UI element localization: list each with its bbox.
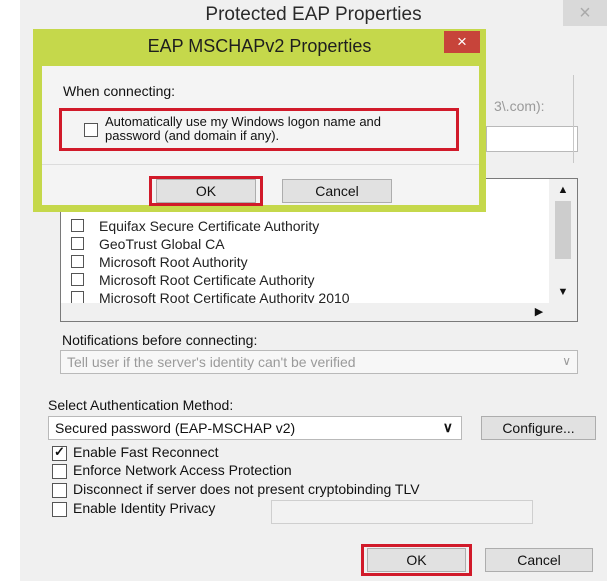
dialog-body: When connecting: Automatically use my Wi… xyxy=(42,66,479,206)
auto-logon-label-line1: Automatically use my Windows logon name … xyxy=(105,114,382,129)
group-border xyxy=(573,75,574,163)
scroll-up-icon[interactable]: ▲ xyxy=(549,181,577,199)
ca-checkbox[interactable] xyxy=(71,219,84,232)
identity-privacy-label: Enable Identity Privacy xyxy=(73,500,216,516)
ca-label: Microsoft Root Certificate Authority xyxy=(99,272,315,288)
server-names-label-partial: 3\.com): xyxy=(494,98,545,114)
configure-button[interactable]: Configure... xyxy=(481,416,596,440)
auth-method-value: Secured password (EAP-MSCHAP v2) xyxy=(55,420,296,436)
ca-checkbox[interactable] xyxy=(71,273,84,286)
auth-method-select[interactable]: Secured password (EAP-MSCHAP v2) ∨ xyxy=(48,416,462,440)
chevron-down-icon: ∨ xyxy=(562,354,571,368)
enforce-nap-checkbox[interactable] xyxy=(52,464,67,479)
cryptobinding-checkbox[interactable] xyxy=(52,483,67,498)
close-button[interactable]: × xyxy=(563,0,607,26)
scroll-thumb[interactable] xyxy=(555,201,571,259)
when-connecting-label: When connecting: xyxy=(63,83,176,99)
scroll-right-icon[interactable]: ▶ xyxy=(529,303,549,321)
auto-logon-checkbox[interactable] xyxy=(84,123,98,137)
anonymous-identity-input[interactable] xyxy=(271,500,533,524)
cancel-button[interactable]: Cancel xyxy=(485,548,593,572)
enforce-nap-label: Enforce Network Access Protection xyxy=(73,462,292,478)
auth-method-label: Select Authentication Method: xyxy=(48,397,234,413)
check-icon: ✓ xyxy=(54,444,65,459)
horizontal-scrollbar[interactable]: ▶ xyxy=(61,303,577,321)
ca-checkbox[interactable] xyxy=(71,237,84,250)
auto-logon-label-line2: password (and domain if any). xyxy=(105,128,280,143)
notifications-value: Tell user if the server's identity can't… xyxy=(67,354,356,370)
close-icon: × xyxy=(457,32,467,51)
notifications-select[interactable]: Tell user if the server's identity can't… xyxy=(60,350,578,374)
ca-checkbox[interactable] xyxy=(71,255,84,268)
ok-button[interactable]: OK xyxy=(156,179,256,203)
vertical-scrollbar[interactable]: ▲ ▼ xyxy=(549,179,577,303)
cryptobinding-label: Disconnect if server does not present cr… xyxy=(73,481,420,497)
ca-label: GeoTrust Global CA xyxy=(99,236,225,252)
divider xyxy=(42,164,479,165)
eap-mschapv2-dialog: EAP MSCHAPv2 Properties × When connectin… xyxy=(33,29,486,212)
ca-label: Equifax Secure Certificate Authority xyxy=(99,218,320,234)
notifications-label: Notifications before connecting: xyxy=(62,332,258,348)
ok-button[interactable]: OK xyxy=(367,548,466,572)
identity-privacy-checkbox[interactable] xyxy=(52,502,67,517)
server-names-input[interactable] xyxy=(486,126,578,152)
fast-reconnect-label: Enable Fast Reconnect xyxy=(73,444,219,460)
close-button[interactable]: × xyxy=(444,31,480,53)
cancel-button[interactable]: Cancel xyxy=(282,179,392,203)
ca-label: Microsoft Root Authority xyxy=(99,254,248,270)
chevron-down-icon: ∨ xyxy=(442,419,453,435)
scroll-down-icon[interactable]: ▼ xyxy=(549,283,577,301)
dialog-title: Protected EAP Properties xyxy=(20,0,607,30)
dialog-title: EAP MSCHAPv2 Properties xyxy=(147,36,372,56)
fast-reconnect-checkbox[interactable]: ✓ xyxy=(52,444,67,461)
